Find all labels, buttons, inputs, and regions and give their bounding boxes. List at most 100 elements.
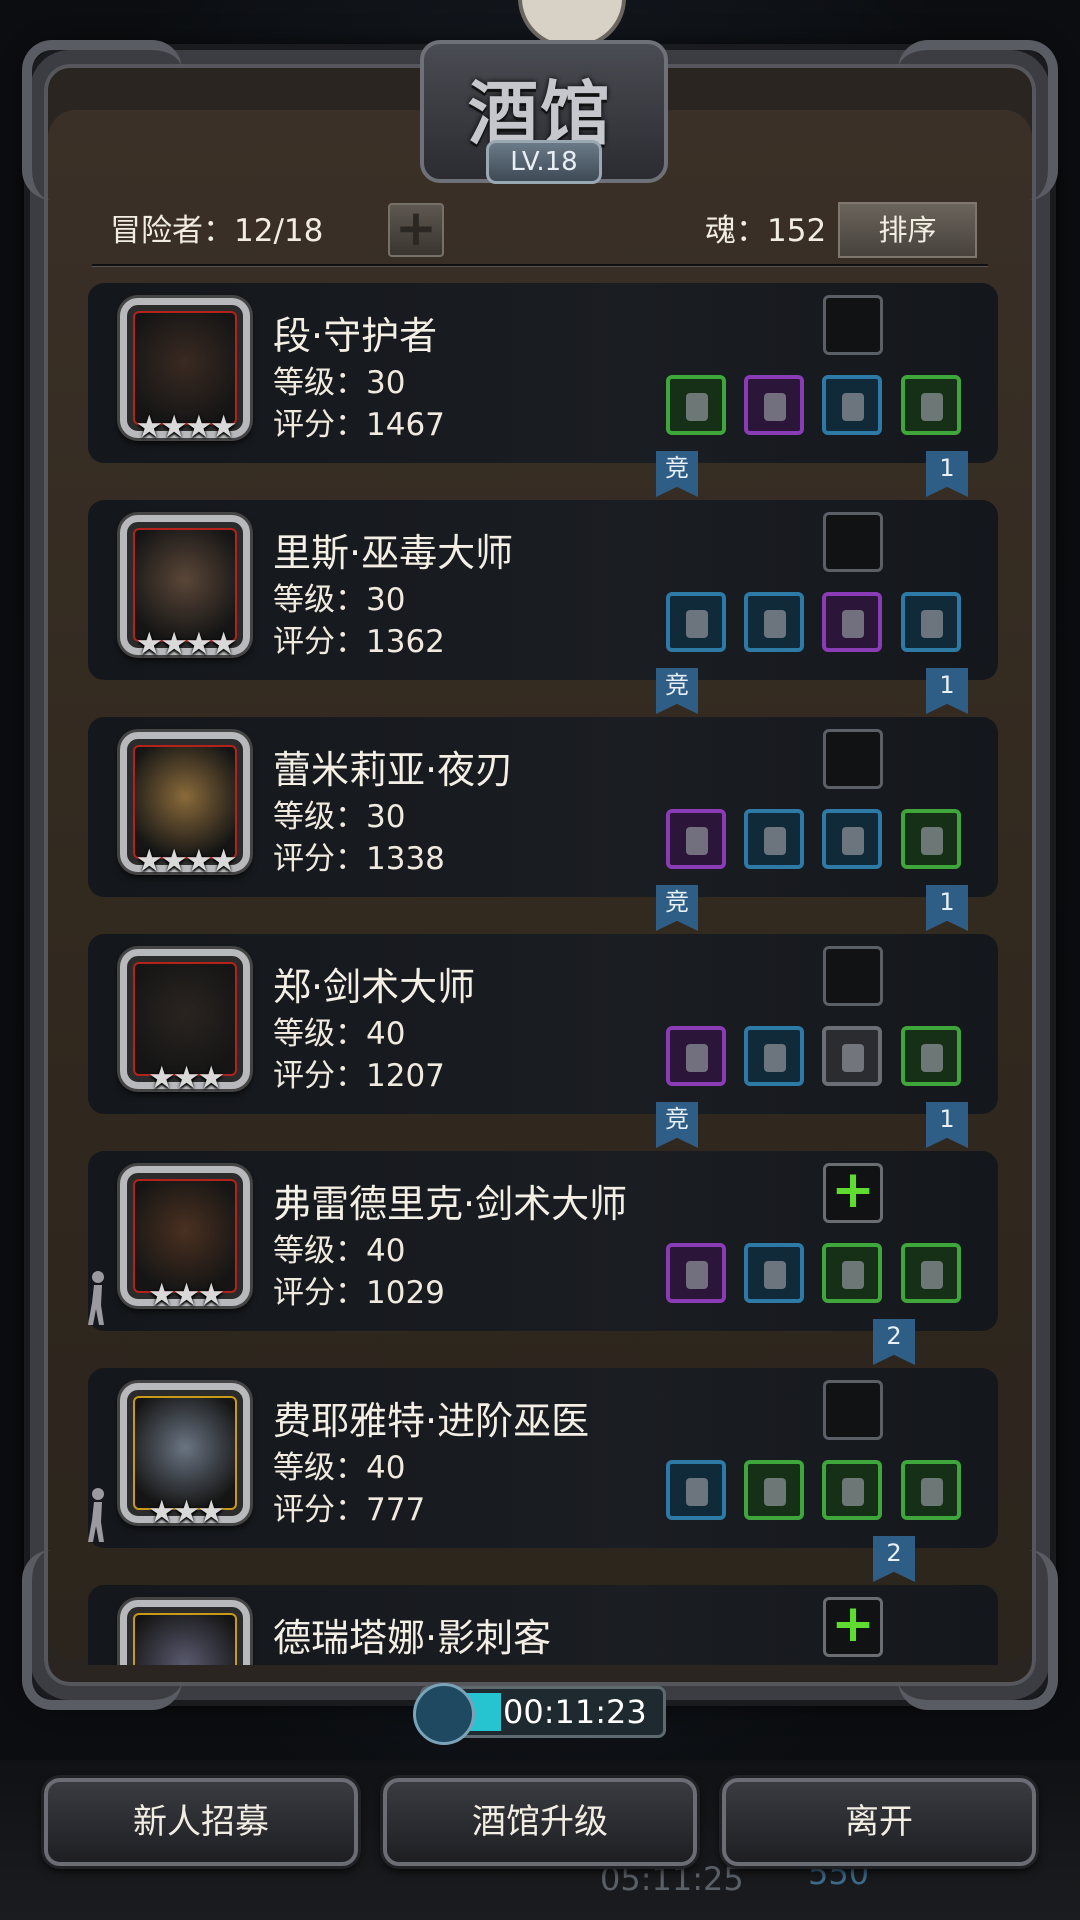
refresh-timer: 00:11:23 [413,1683,666,1745]
hero-portrait[interactable]: ★★★★ [120,732,250,879]
hero-portrait[interactable]: ★★★★ [120,515,250,662]
amulet-icon[interactable] [901,1460,961,1520]
amulet-icon[interactable] [901,1243,961,1303]
rank-flag: 1 [926,451,968,497]
hero-level: 等级：40 [273,1016,406,1052]
hero-row[interactable]: ★★★★ 蕾米莉亚·夜刃 等级：30 评分：1338 竞 1 [88,717,998,933]
hero-name: 段·守护者 [273,314,438,358]
hero-level: 等级：40 [273,1233,406,1269]
timer-text: 00:11:23 [503,1693,647,1731]
claw-gauntlet-icon[interactable] [822,1026,882,1086]
dark-claw-icon[interactable] [823,729,883,789]
white-claw-icon[interactable] [823,512,883,572]
competitive-flag: 竞 [656,668,698,714]
frame-corner-ornament [898,40,1058,200]
hero-row[interactable]: ★★★ 费耶雅特·进阶巫医 等级：40 评分：777 2 [88,1368,998,1584]
red-hood-icon[interactable] [744,375,804,435]
hero-face-image [135,1181,235,1291]
staff-icon[interactable] [666,1460,726,1520]
add-skill-icon[interactable] [823,1594,883,1657]
competitive-flag: 竞 [656,885,698,931]
star-rating: ★★★ [147,1060,225,1096]
rank-flag: 1 [926,1102,968,1148]
divider [92,264,988,266]
frame-corner-ornament [22,40,182,200]
hero-portrait[interactable]: ★★★ [120,949,250,1096]
leave-button[interactable]: 离开 [722,1778,1036,1866]
necklace-icon[interactable] [822,592,882,652]
hero-name: 弗雷德里克·剑术大师 [273,1182,628,1226]
hero-portrait[interactable]: ★★★ [120,1383,250,1530]
hero-score: 评分：1467 [273,407,445,443]
hero-score: 评分：1029 [273,1275,445,1311]
recruit-button[interactable]: 新人招募 [44,1778,358,1866]
leather-armor-icon[interactable] [744,809,804,869]
competitive-flag: 竞 [656,451,698,497]
walking-figure-icon [88,1271,104,1325]
ring-icon[interactable] [901,809,961,869]
leather-armor-icon[interactable] [744,1026,804,1086]
clock-icon [413,1683,475,1745]
chest-armor-icon[interactable] [744,1243,804,1303]
hero-name: 里斯·巫毒大师 [273,531,514,575]
rank-flag: 2 [873,1319,915,1365]
hero-row[interactable]: ★★★★ 段·守护者等级：30 评分：1467 竞 1 [88,283,998,499]
hero-face-image [135,1615,235,1665]
soul-count: 魂：152 [705,213,827,249]
amulet-icon[interactable] [822,1460,882,1520]
ring-icon[interactable] [901,375,961,435]
dark-claw-icon[interactable] [823,1380,883,1440]
add-adventurer-button[interactable]: + [388,203,444,257]
rank-flag: 1 [926,668,968,714]
hero-face-image [135,964,235,1074]
star-rating: ★★★★ [135,626,237,662]
hero-row[interactable]: ★★★ 郑·剑术大师 等级：40 评分：1207 竞 1 [88,934,998,1150]
upgrade-tavern-button[interactable]: 酒馆升级 [383,1778,697,1866]
hero-name: 蕾米莉亚·夜刃 [273,748,514,792]
greatsword-icon[interactable] [666,1243,726,1303]
star-rating: ★★★ [147,1277,225,1313]
hero-level: 等级：30 [273,582,406,618]
add-skill-icon[interactable] [823,1160,883,1223]
star-rating: ★★★★ [135,843,237,879]
hero-face-image [135,747,235,857]
gold-ring-icon[interactable] [901,592,961,652]
red-limb-icon[interactable] [823,946,883,1006]
chest-armor-icon[interactable] [744,1460,804,1520]
hero-name: 费耶雅特·进阶巫医 [273,1399,590,1443]
competitive-flag: 竞 [656,1102,698,1148]
hero-portrait[interactable]: ★★★★ [120,298,250,445]
hero-name: 德瑞塔娜·影刺客 [273,1616,552,1660]
hero-portrait[interactable] [120,1600,250,1665]
chest-armor-icon[interactable] [744,592,804,652]
ring-icon[interactable] [822,809,882,869]
sort-button[interactable]: 排序 [838,202,977,258]
hero-score: 评分：1338 [273,841,445,877]
walking-figure-icon [88,1488,104,1542]
greatsword-icon[interactable] [666,375,726,435]
hero-face-image [135,1398,235,1508]
hero-level: 等级：40 [273,1450,406,1486]
hero-row[interactable]: 德瑞塔娜·影刺客 [88,1585,998,1665]
hero-list[interactable]: ★★★★ 段·守护者 等级：30 评分：1467 竞 1 ★★★★ 里斯·巫毒大师 等级：… [88,283,998,1665]
staff-icon[interactable] [666,592,726,652]
star-rating: ★★★★ [135,409,237,445]
hero-name: 郑·剑术大师 [273,965,476,1009]
rapier-icon[interactable] [666,1026,726,1086]
barrel-armor-icon[interactable] [822,1243,882,1303]
hero-portrait[interactable]: ★★★ [120,1166,250,1313]
dagger-icon[interactable] [666,809,726,869]
hero-score: 评分：1362 [273,624,445,660]
tavern-level-badge: LV.18 [486,140,602,184]
hero-level: 等级：30 [273,799,406,835]
hero-face-image [135,530,235,640]
star-rating: ★★★ [147,1494,225,1530]
hero-row[interactable]: ★★★ 弗雷德里克·剑术大师等级：40 评分：1029 2 [88,1151,998,1367]
barrel-armor-icon[interactable] [901,1026,961,1086]
purple-crystal-icon[interactable] [823,295,883,355]
hero-score: 评分：777 [273,1492,426,1528]
hero-row[interactable]: ★★★★ 里斯·巫毒大师等级：30 评分：1362 竞 1 [88,500,998,716]
hero-face-image [135,313,235,423]
claw-gauntlet-icon[interactable] [822,375,882,435]
hero-level: 等级：30 [273,365,406,401]
